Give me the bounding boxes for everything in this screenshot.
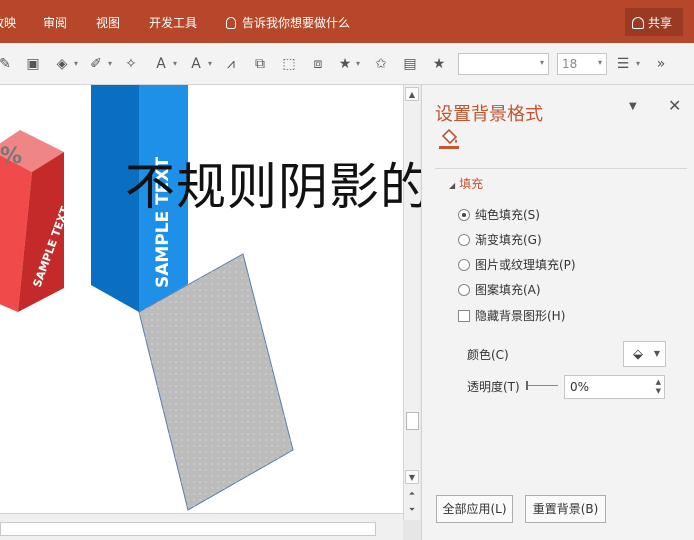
transparency-label: 透明度(T) — [467, 380, 520, 394]
line-spacing-icon[interactable]: ☰ — [614, 55, 632, 73]
option-gradient-fill[interactable]: 渐变填充(G) — [458, 231, 542, 248]
option-solid-fill[interactable]: 纯色填充(S) — [458, 206, 540, 223]
lightbulb-icon — [226, 17, 236, 29]
star-shape-icon[interactable]: ★ — [336, 55, 354, 73]
radio-gradient-fill[interactable] — [458, 234, 470, 246]
ribbon-toolbar: ✎ ▣ ◈ ▾ ✐ ▾ ✧ A ▾ A ▾ ⩘ ⧉ ⬚ ⧈ ★ ▾ ✩ ▤ ★ … — [0, 43, 694, 85]
fill-bucket-icon[interactable]: ◈ — [53, 55, 71, 73]
send-backward-icon[interactable]: ⬚ — [280, 55, 298, 73]
group-icon[interactable]: ⧈ — [309, 55, 327, 73]
apply-all-button[interactable]: 全部应用(L) — [436, 495, 513, 523]
pane-divider — [435, 168, 687, 169]
percent-text: % — [0, 144, 22, 169]
font-size-box[interactable]: 18 ▾ — [557, 53, 607, 75]
text-outline-icon[interactable]: A — [187, 55, 205, 73]
radio-pattern-fill[interactable] — [458, 284, 470, 296]
option-hide-bg-graphics[interactable]: 隐藏背景图形(H) — [458, 307, 565, 324]
tab-review[interactable]: 审阅 — [43, 14, 67, 31]
chevron-down-icon[interactable]: ▾ — [356, 57, 364, 71]
chevron-down-icon[interactable]: ▼ — [629, 101, 637, 112]
more-chevron-icon[interactable]: » — [652, 55, 670, 73]
star-icon[interactable]: ★ — [430, 55, 448, 73]
text-effects-icon[interactable]: ⩘ — [222, 55, 240, 73]
transparency-slider[interactable] — [526, 381, 558, 390]
horizontal-scroll-track[interactable] — [0, 522, 376, 536]
tell-me-text: 告诉我你想要做什么 — [242, 16, 351, 30]
format-background-pane: 设置背景格式 ▼ ✕ ◢ 填充 纯色填充(S) 渐变填充(G) 图片或纹理填充(P… — [421, 85, 694, 540]
prev-slide-icon[interactable]: ⏶ — [405, 487, 419, 501]
text-fill-icon[interactable]: A — [152, 55, 170, 73]
outline-pen-icon[interactable]: ✐ — [87, 55, 105, 73]
color-label: 颜色(C) — [467, 348, 509, 362]
pane-title: 设置背景格式 — [435, 104, 543, 125]
slider-knob[interactable] — [526, 381, 528, 390]
gradient-fill-label: 渐变填充(G) — [475, 233, 542, 247]
tab-view[interactable]: 视图 — [96, 14, 120, 31]
pattern-fill-label: 图案填充(A) — [475, 283, 541, 297]
close-icon[interactable]: ✕ — [668, 96, 681, 115]
checkbox-hide-bg-graphics[interactable] — [458, 310, 470, 322]
scroll-down-icon[interactable]: ▼ — [405, 470, 419, 484]
person-icon — [632, 17, 644, 29]
chevron-down-icon[interactable]: ▾ — [173, 57, 181, 71]
scroll-up-icon[interactable]: ▲ — [405, 87, 419, 101]
font-name-box[interactable]: ▾ — [458, 53, 549, 75]
spin-up-icon[interactable]: ▲ — [656, 378, 661, 386]
chevron-down-icon[interactable]: ▾ — [540, 58, 544, 67]
fill-section-label: 填充 — [459, 177, 484, 191]
horizontal-scrollbar[interactable] — [0, 513, 403, 540]
fill-section-header[interactable]: ◢ 填充 — [449, 175, 483, 192]
share-button[interactable]: 共享 — [625, 8, 683, 36]
paint-bucket-icon: ⬙ — [633, 347, 643, 362]
shape-effects-icon[interactable]: ✧ — [122, 55, 140, 73]
radio-solid-fill[interactable] — [458, 209, 470, 221]
option-picture-fill[interactable]: 图片或纹理填充(P) — [458, 256, 576, 273]
hide-bg-graphics-label: 隐藏背景图形(H) — [475, 309, 566, 323]
reset-background-button[interactable]: 重置背景(B) — [525, 495, 606, 523]
paste-icon[interactable]: ▣ — [24, 55, 42, 73]
eyedropper-icon[interactable]: ✎ — [0, 55, 14, 73]
fill-bucket-icon[interactable] — [439, 127, 459, 149]
font-size-value: 18 — [562, 57, 578, 71]
color-picker-button[interactable]: ⬙ ▼ — [623, 341, 666, 367]
chevron-down-icon[interactable]: ▾ — [74, 57, 82, 71]
chevron-down-icon[interactable]: ▾ — [636, 57, 644, 71]
solid-fill-label: 纯色填充(S) — [475, 208, 540, 222]
transparency-input[interactable]: 0% ▲ ▼ — [564, 375, 665, 399]
picture-fill-label: 图片或纹理填充(P) — [475, 258, 576, 272]
tell-me-search[interactable]: 告诉我你想要做什么 — [226, 14, 350, 31]
tab-developer[interactable]: 开发工具 — [149, 14, 197, 31]
radio-picture-fill[interactable] — [458, 259, 470, 271]
transparency-value: 0% — [570, 380, 590, 394]
spin-down-icon[interactable]: ▼ — [656, 387, 661, 395]
chevron-down-icon[interactable]: ▾ — [208, 57, 216, 71]
option-pattern-fill[interactable]: 图案填充(A) — [458, 281, 541, 298]
ribbon-tab-bar: 放映 审阅 视图 开发工具 告诉我你想要做什么 共享 — [0, 0, 694, 43]
bring-forward-icon[interactable]: ⧉ — [251, 55, 269, 73]
next-slide-icon[interactable]: ⏷ — [405, 503, 419, 517]
collapse-triangle-icon[interactable]: ◢ — [449, 181, 455, 190]
picture-icon[interactable]: ▤ — [401, 55, 419, 73]
chevron-down-icon[interactable]: ▾ — [108, 57, 116, 71]
chevron-down-icon[interactable]: ▾ — [598, 58, 602, 67]
star-outline-icon[interactable]: ✩ — [372, 55, 390, 73]
chevron-down-icon[interactable]: ▼ — [654, 349, 660, 358]
share-label: 共享 — [648, 16, 673, 30]
scroll-thumb[interactable] — [406, 412, 419, 430]
tab-slideshow[interactable]: 放映 — [0, 14, 16, 31]
